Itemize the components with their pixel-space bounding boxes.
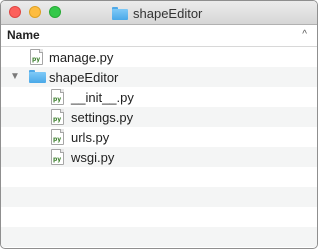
minimize-button[interactable]: [29, 6, 41, 18]
list-item-label: shapeEditor: [49, 70, 119, 85]
title-bar[interactable]: shapeEditor: [1, 1, 317, 25]
list-item-manage-py[interactable]: py manage.py: [1, 47, 317, 67]
list-item-label: urls.py: [71, 130, 110, 145]
folder-icon: [112, 6, 128, 20]
empty-row: [1, 207, 317, 227]
list-item-wsgi-py[interactable]: py wsgi.py: [1, 147, 317, 167]
window-title-text: shapeEditor: [133, 5, 203, 21]
empty-row: [1, 167, 317, 187]
list-item-label: settings.py: [71, 110, 134, 125]
list-item-label: manage.py: [49, 50, 114, 65]
list-item-label: wsgi.py: [71, 150, 115, 165]
python-file-icon: py: [51, 109, 64, 125]
python-file-icon: py: [51, 149, 64, 165]
column-header-label: Name: [7, 28, 40, 42]
close-button[interactable]: [9, 6, 21, 18]
column-header-name[interactable]: Name ^: [1, 25, 317, 47]
folder-icon: [29, 70, 46, 83]
python-file-icon: py: [30, 49, 43, 65]
list-item-shapeeditor-folder[interactable]: ▼ shapeEditor: [1, 67, 317, 87]
disclosure-triangle-icon[interactable]: ▼: [10, 71, 20, 82]
sort-ascending-icon: ^: [302, 29, 307, 40]
python-file-icon: py: [51, 129, 64, 145]
list-item-label: __init__.py: [71, 90, 134, 105]
zoom-button[interactable]: [49, 6, 61, 18]
list-item-init-py[interactable]: py __init__.py: [1, 87, 317, 107]
list-item-settings-py[interactable]: py settings.py: [1, 107, 317, 127]
window-title: shapeEditor: [112, 5, 202, 21]
finder-window: shapeEditor Name ^ py manage.py ▼ shapeE…: [0, 0, 318, 249]
empty-row: [1, 187, 317, 207]
python-file-icon: py: [51, 89, 64, 105]
empty-row: [1, 227, 317, 247]
file-list: py manage.py ▼ shapeEditor py __init__.p…: [1, 47, 317, 248]
list-item-urls-py[interactable]: py urls.py: [1, 127, 317, 147]
